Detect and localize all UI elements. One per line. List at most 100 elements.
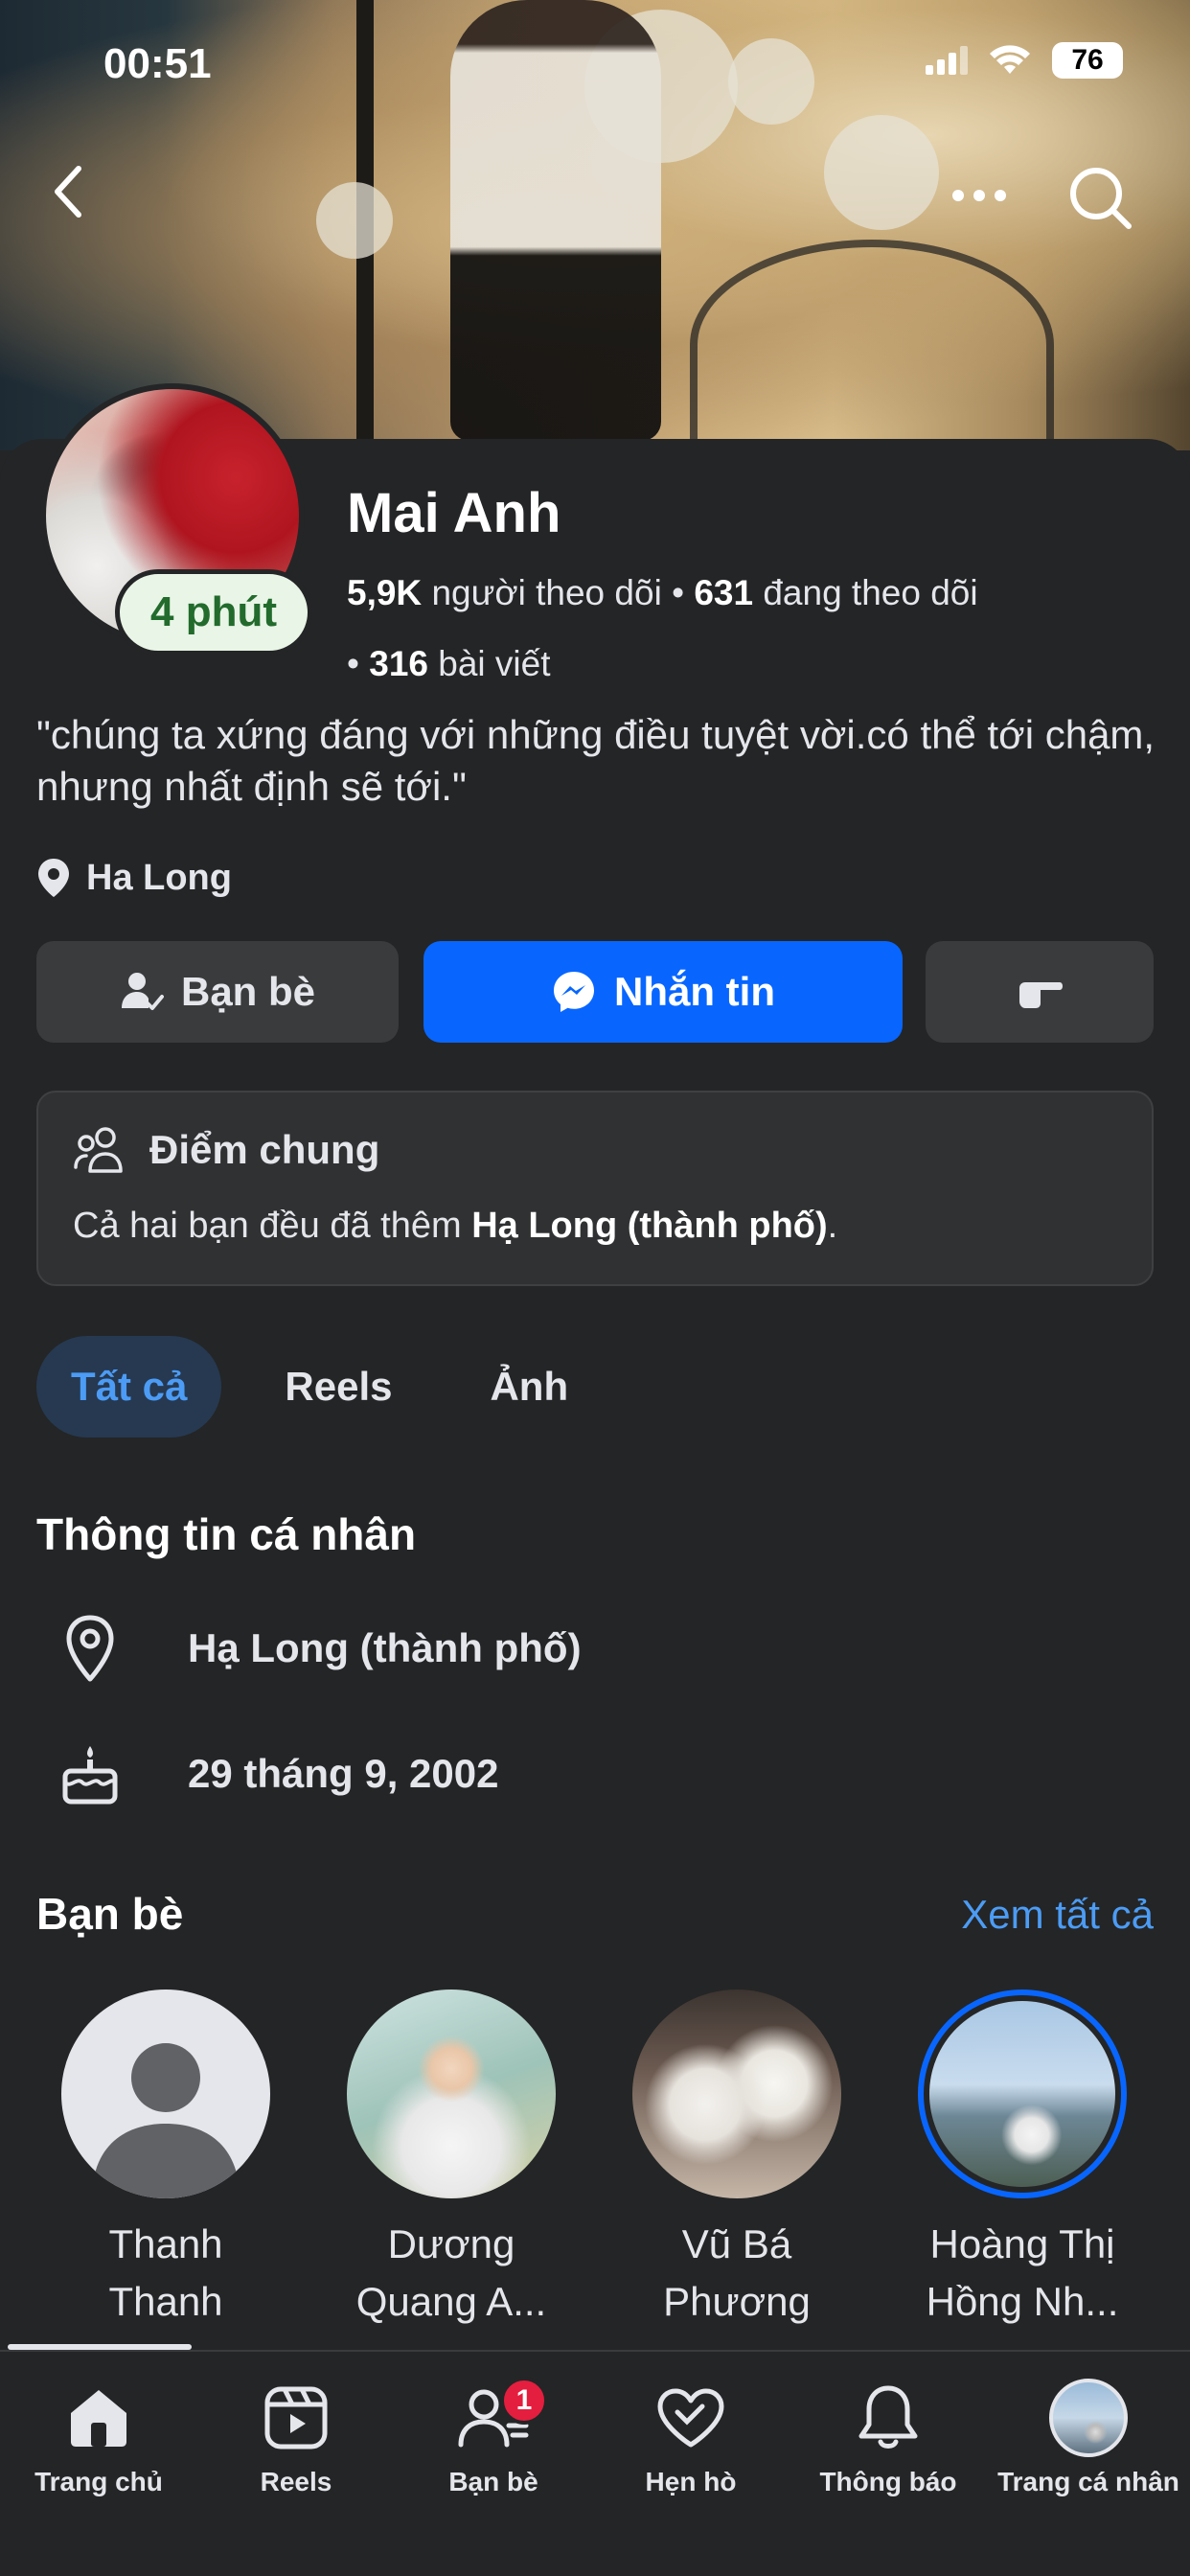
common-info-box: Điểm chung Cả hai bạn đều đã thêm Hạ Lon… [36, 1091, 1154, 1286]
wifi-icon [990, 45, 1030, 74]
common-info-title: Điểm chung [73, 1125, 379, 1175]
personal-info-title: Thông tin cá nhân [36, 1509, 417, 1559]
reels-icon [264, 2386, 328, 2450]
common-text-prefix: Cả hai bạn đều đã thêm [73, 1206, 472, 1246]
friend-card[interactable]: Hoàng Thị Hồng Nh... [883, 1990, 1161, 2331]
friends-button-label: Bạn bè [180, 969, 316, 1014]
messenger-icon [554, 972, 594, 1012]
friend-avatar-photo[interactable] [347, 1990, 556, 2198]
profile-tabs: Tất cả Reels Ảnh [36, 1336, 603, 1438]
profile-name: Mai Anh [347, 482, 561, 544]
friend-name-line: Quang A... [355, 2279, 547, 2324]
info-city-label: Hạ Long (thành phố) [188, 1625, 582, 1670]
status-indicators: 76 [926, 42, 1123, 79]
profile-bio: "chúng ta xứng đáng với những điều tuyệt… [36, 712, 1156, 809]
info-row-city: Hạ Long (thành phố) [59, 1612, 582, 1685]
common-text-place[interactable]: Hạ Long (thành phố) [471, 1206, 827, 1246]
friend-name-line: Phương [663, 2279, 811, 2324]
profile-avatar-icon [1049, 2379, 1128, 2457]
nav-reels[interactable]: Reels [197, 2377, 395, 2497]
friend-avatar-photo[interactable] [632, 1990, 841, 2198]
tab-photos[interactable]: Ảnh [455, 1336, 603, 1438]
common-info-title-label: Điểm chung [149, 1127, 380, 1172]
friend-card[interactable]: Vũ Bá Phương [598, 1990, 876, 2331]
profile-location: Ha Long [36, 857, 232, 899]
tab-reels[interactable]: Reels [250, 1336, 426, 1438]
birthday-cake-icon [62, 1746, 118, 1805]
friend-name-line: Thanh [108, 2221, 223, 2266]
see-all-friends-link[interactable]: Xem tất cả [961, 1892, 1154, 1938]
status-time: 00:51 [103, 40, 212, 87]
common-text-suffix: . [827, 1206, 838, 1246]
cover-person-figure [450, 0, 661, 441]
common-info-text: Cả hai bạn đều đã thêm Hạ Long (thành ph… [73, 1206, 837, 1247]
home-icon [71, 2390, 126, 2447]
friend-check-icon [121, 973, 164, 1010]
back-arrow-icon[interactable] [50, 163, 88, 220]
message-button-label: Nhắn tin [614, 969, 775, 1014]
friend-avatar-placeholder[interactable] [61, 1990, 270, 2198]
posts-label: bài viết [438, 644, 551, 683]
friend-name-line: Hoàng Thị [929, 2221, 1115, 2266]
friend-name-line: Hồng Nh... [926, 2279, 1119, 2324]
stats-separator: • [347, 644, 359, 683]
nav-home[interactable]: Trang chủ [0, 2377, 197, 2497]
bell-icon [858, 2385, 918, 2449]
location-label: Ha Long [86, 857, 232, 898]
followers-count[interactable]: 5,9K [347, 573, 422, 612]
friend-avatar-photo [929, 2001, 1115, 2187]
poke-button[interactable] [926, 941, 1154, 1043]
friend-name: Thanh Thanh [27, 2216, 305, 2331]
mutual-people-icon [74, 1127, 123, 1173]
following-count[interactable]: 631 [694, 573, 753, 612]
default-avatar-icon [92, 2043, 240, 2198]
followers-label[interactable]: người theo dõi [431, 573, 661, 612]
friend-name: Vũ Bá Phương [598, 2216, 876, 2331]
active-time-badge: 4 phút [115, 569, 312, 656]
friend-avatar-story-ring[interactable] [918, 1990, 1127, 2198]
cover-plate-decor [824, 115, 939, 230]
bottom-navigation: Trang chủ Reels 1 Bạn bè Hẹn hò Thông bá… [0, 2350, 1190, 2576]
info-birthday-label: 29 tháng 9, 2002 [188, 1751, 499, 1796]
stats-separator: • [672, 573, 685, 612]
friends-section-title: Bạn bè [36, 1889, 184, 1939]
friends-button[interactable]: Bạn bè [36, 941, 399, 1043]
poke-hand-icon [1019, 982, 1063, 1008]
nav-profile-icon-wrap [987, 2377, 1190, 2459]
friends-notification-badge: 1 [500, 2377, 548, 2425]
friend-name-line: Thanh [108, 2279, 223, 2324]
following-label[interactable]: đang theo dõi [763, 573, 977, 612]
nav-home-icon-wrap [0, 2377, 197, 2459]
cover-plate-decor [316, 182, 393, 259]
cover-bicycle-decor [690, 240, 1054, 450]
nav-friends-label: Bạn bè [448, 2467, 538, 2496]
nav-dating-label: Hẹn hò [645, 2467, 737, 2496]
nav-notifications-icon-wrap [790, 2377, 987, 2459]
nav-notifications[interactable]: Thông báo [790, 2377, 987, 2497]
message-button[interactable]: Nhắn tin [423, 941, 903, 1043]
nav-reels-label: Reels [260, 2467, 332, 2496]
nav-friends[interactable]: 1 Bạn bè [395, 2377, 592, 2497]
friend-name-line: Vũ Bá [681, 2221, 792, 2266]
profile-stats: 5,9K người theo dõi • 631 đang theo dõi … [347, 558, 978, 700]
cover-plate-decor [728, 38, 814, 125]
nav-home-label: Trang chủ [34, 2467, 163, 2496]
nav-profile[interactable]: Trang cá nhân [987, 2377, 1190, 2497]
friend-card[interactable]: Thanh Thanh [27, 1990, 305, 2331]
friend-card[interactable]: Dương Quang A... [312, 1990, 590, 2331]
more-options-icon[interactable] [950, 188, 1008, 203]
tab-all[interactable]: Tất cả [36, 1336, 222, 1438]
nav-notifications-label: Thông báo [819, 2467, 957, 2496]
nav-reels-icon-wrap [197, 2377, 395, 2459]
battery-indicator: 76 [1052, 42, 1123, 79]
friend-name-line: Dương [387, 2221, 515, 2266]
signal-icon [926, 46, 968, 75]
location-outline-icon [66, 1615, 114, 1682]
dating-heart-icon [657, 2388, 724, 2448]
search-icon[interactable] [1067, 165, 1134, 232]
location-pin-icon [38, 859, 69, 897]
nav-friends-icon-wrap: 1 [395, 2377, 592, 2459]
nav-dating[interactable]: Hẹn hò [592, 2377, 790, 2497]
friend-name: Hoàng Thị Hồng Nh... [883, 2216, 1161, 2331]
info-row-birthday: 29 tháng 9, 2002 [59, 1742, 499, 1806]
